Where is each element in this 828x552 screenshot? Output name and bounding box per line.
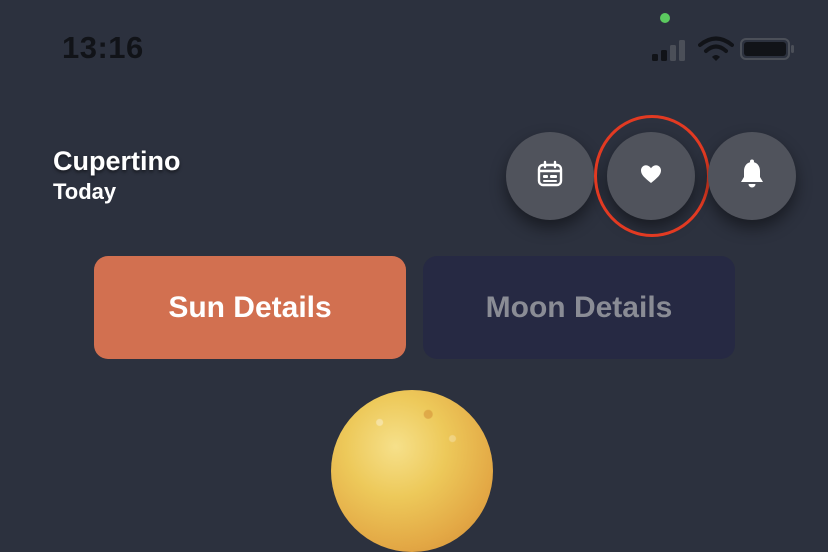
sun-image <box>331 390 493 552</box>
battery-icon <box>740 38 796 60</box>
favorite-button[interactable] <box>607 132 695 220</box>
tab-moon-details[interactable]: Moon Details <box>423 256 735 359</box>
bell-icon <box>738 159 766 194</box>
status-time: 13:16 <box>62 30 144 65</box>
heart-icon <box>640 164 662 189</box>
tab-sun-details[interactable]: Sun Details <box>94 256 406 359</box>
location-day: Today <box>53 179 117 204</box>
calendar-icon <box>536 160 564 193</box>
location-city: Cupertino <box>53 146 181 176</box>
camera-indicator-icon <box>660 13 670 23</box>
calendar-button[interactable] <box>506 132 594 220</box>
wifi-icon <box>698 36 734 62</box>
cellular-signal-icon <box>652 39 692 61</box>
status-bar: 13:16 <box>0 0 828 80</box>
location-header: Cupertino Today <box>53 146 181 205</box>
notifications-button[interactable] <box>708 132 796 220</box>
